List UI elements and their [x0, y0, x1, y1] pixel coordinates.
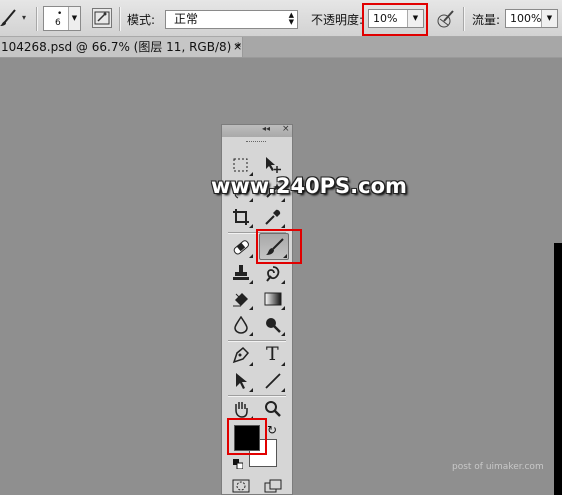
collapse-icon[interactable]: ◂◂: [262, 124, 270, 133]
chevron-down-icon[interactable]: ▼: [68, 7, 80, 30]
close-icon[interactable]: ×: [282, 124, 290, 134]
mode-label: 模式:: [127, 13, 156, 27]
default-colors-icon[interactable]: [233, 458, 244, 470]
document-canvas-edge: [554, 243, 562, 495]
blur-tool[interactable]: [228, 313, 254, 337]
crop-tool[interactable]: [228, 205, 254, 229]
updown-icon: ▲ ▼: [288, 11, 294, 26]
tab-strip: [243, 37, 562, 58]
document-tab[interactable]: 104268.psd @ 66.7% (图层 11, RGB/8) * ×: [0, 37, 243, 58]
eyedropper-icon: [265, 209, 281, 225]
gradient-icon: [264, 292, 282, 306]
chevron-down-icon[interactable]: ▼: [541, 10, 557, 27]
highlight-box: [362, 3, 428, 36]
marquee-icon: [233, 158, 248, 172]
mode-select[interactable]: 正常 ▲ ▼: [165, 10, 298, 29]
divider: [463, 7, 465, 31]
drag-grip[interactable]: [246, 141, 266, 145]
watermark-text: www.240PS.com: [211, 174, 407, 198]
divider: [36, 7, 38, 31]
history-brush-icon: [266, 266, 280, 282]
line-icon: [265, 373, 281, 389]
clone-stamp-tool[interactable]: [228, 261, 254, 285]
swap-colors-icon[interactable]: ↻: [267, 423, 277, 437]
arrow-icon: [236, 373, 247, 389]
opacity-label: 不透明度:: [311, 13, 364, 27]
flow-value: 100%: [510, 12, 542, 25]
stamp-icon: [233, 265, 249, 280]
footer-credit: post of uimaker.com: [452, 462, 544, 472]
highlight-box: [256, 229, 302, 264]
brush-size-picker[interactable]: • 6 ▼: [43, 6, 81, 31]
eraser-tool[interactable]: [228, 287, 254, 311]
move-icon: [266, 157, 281, 173]
options-bar: ▾ • 6 ▼ 模式: 正常 ▲ ▼ 不透明度: 10% ▼ 流量: 100% ▼: [0, 0, 562, 37]
close-icon[interactable]: ×: [233, 37, 242, 57]
quick-mask[interactable]: [228, 477, 254, 495]
bandage-icon: [233, 240, 249, 255]
highlight-box: [227, 418, 267, 455]
pen-tool[interactable]: [228, 343, 254, 367]
quick-mask-icon: [232, 479, 250, 493]
history-brush-tool[interactable]: [260, 261, 286, 285]
gradient-tool[interactable]: [260, 287, 286, 311]
path-selection-tool[interactable]: [228, 369, 254, 393]
eraser-icon: [233, 293, 248, 307]
tool-preset-dropdown[interactable]: ▾: [22, 13, 26, 22]
crop-icon: [233, 209, 249, 225]
hand-icon: [235, 402, 248, 418]
healing-brush-tool[interactable]: [228, 235, 254, 259]
flow-field[interactable]: 100% ▼: [505, 9, 558, 28]
mode-value: 正常: [174, 12, 199, 26]
screen-mode[interactable]: [260, 477, 286, 495]
brush-dot-icon: •: [57, 9, 63, 19]
opacity-pressure-icon[interactable]: [435, 8, 457, 30]
brush-size-value: 6: [55, 18, 61, 28]
eyedropper-tool[interactable]: [260, 205, 286, 229]
divider: [228, 340, 286, 342]
zoom-icon: [265, 401, 281, 417]
tools-panel-titlebar[interactable]: ◂◂ ×: [222, 124, 292, 137]
brush-panel-icon: [94, 11, 110, 25]
dodge-tool[interactable]: [260, 313, 286, 337]
divider: [119, 7, 121, 31]
flow-label: 流量:: [472, 13, 501, 27]
type-tool[interactable]: T: [260, 343, 286, 367]
document-title: 104268.psd @ 66.7% (图层 11, RGB/8) *: [1, 40, 242, 54]
screen-mode-icon: [264, 479, 282, 493]
line-tool[interactable]: [260, 369, 286, 393]
brush-icon[interactable]: [0, 8, 18, 28]
type-icon: T: [266, 343, 279, 365]
dodge-icon: [266, 318, 281, 333]
brush-panel-toggle-button[interactable]: [92, 8, 112, 28]
pen-icon: [232, 346, 250, 364]
drop-icon: [234, 316, 248, 334]
